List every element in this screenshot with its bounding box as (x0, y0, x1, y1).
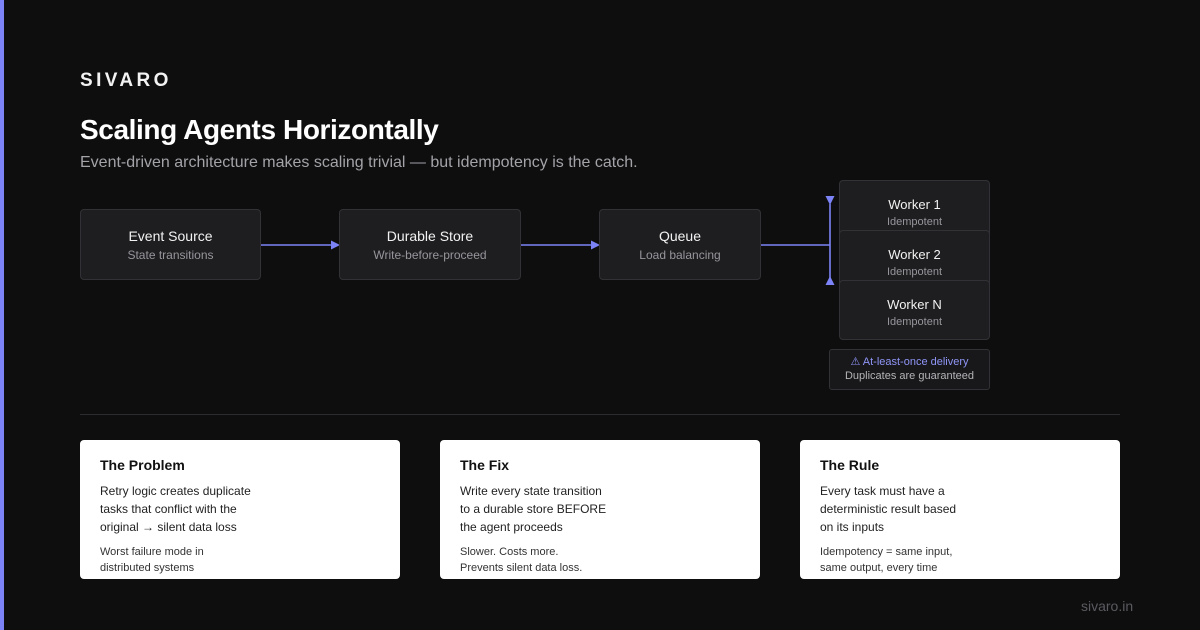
card-line: the agent proceeds (460, 520, 563, 534)
arrowhead-fanout-top (825, 196, 835, 205)
node-event-source: Event Source State transitions (80, 209, 261, 280)
page-title: Scaling Agents Horizontally (80, 114, 439, 145)
worker-title: Worker 2 (888, 247, 941, 262)
page-subtitle: Event-driven architecture makes scaling … (80, 154, 638, 171)
brand-logo: SIVARO (80, 70, 172, 91)
worker-title: Worker N (887, 297, 942, 312)
card-line: on its inputs (820, 520, 885, 534)
delivery-warning: ⚠ At-least-once delivery Duplicates are … (829, 349, 990, 390)
card-rule: The Rule Every task must have a determin… (800, 440, 1120, 579)
footer-url: sivaro.in (1081, 598, 1134, 614)
worker-subtitle: Idempotent (886, 266, 943, 278)
card-note: Worst failure mode in (100, 546, 204, 558)
card-problem: The Problem Retry logic creates duplicat… (80, 440, 400, 579)
card-line: Write every state transition (460, 484, 602, 498)
card-line: Retry logic creates duplicate (100, 484, 251, 498)
card-note: distributed systems (100, 562, 195, 574)
node-title: Event Source (128, 228, 213, 244)
card-title: The Problem (100, 457, 185, 473)
node-durable-store: Durable Store Write-before-proceed (339, 209, 521, 280)
arrowhead-fanout-bottom (825, 276, 835, 285)
node-subtitle: Write-before-proceed (373, 248, 487, 262)
node-subtitle: Load balancing (639, 248, 721, 262)
card-note: Slower. Costs more. (460, 546, 559, 558)
card-fix: The Fix Write every state transition to … (440, 440, 760, 579)
node-queue: Queue Load balancing (599, 209, 761, 280)
accent-bar (0, 0, 4, 630)
card-line: tasks that conflict with the (100, 502, 237, 516)
worker-subtitle: Idempotent (886, 216, 943, 228)
node-worker-n: Worker N Idempotent (839, 280, 990, 340)
warning-subtitle: Duplicates are guaranteed (844, 370, 975, 382)
worker-title: Worker 1 (888, 197, 941, 212)
card-note: Prevents silent data loss. (460, 562, 583, 574)
card-note: Idempotency = same input, (820, 546, 953, 558)
card-line: to a durable store BEFORE (460, 502, 607, 516)
card-title: The Fix (460, 457, 510, 473)
worker-subtitle: Idempotent (886, 316, 943, 328)
card-note: same output, every time (820, 562, 938, 574)
warning-title: ⚠ At-least-once delivery (850, 356, 969, 368)
card-line: deterministic result based (820, 502, 957, 516)
node-subtitle: State transitions (127, 248, 214, 262)
section-divider (80, 414, 1120, 415)
node-title: Durable Store (386, 228, 474, 244)
node-title: Queue (658, 228, 702, 244)
card-line: Every task must have a (820, 484, 945, 498)
card-title: The Rule (820, 457, 880, 473)
card-line: original → silent data loss (100, 520, 237, 534)
